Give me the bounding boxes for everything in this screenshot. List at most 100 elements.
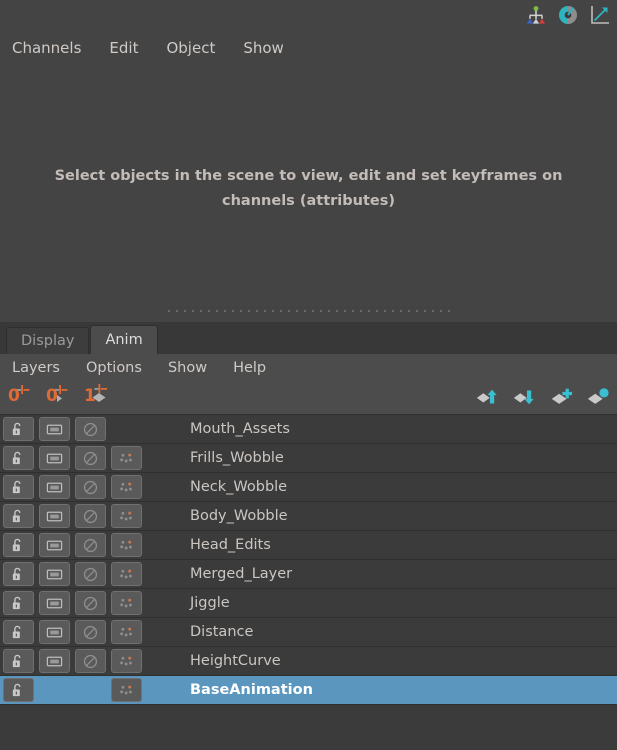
layer-visibility-toggle[interactable] [38, 504, 70, 528]
layer-lock-toggle[interactable] [2, 562, 34, 586]
layer-mute-toggle[interactable] [74, 620, 106, 644]
layer-keyframe-toggle[interactable] [110, 504, 142, 528]
layer-mute-toggle[interactable] [74, 446, 106, 470]
layer-mute-toggle[interactable] [74, 475, 106, 499]
channel-box-icon[interactable] [525, 4, 547, 26]
layer-keyframe-toggle[interactable] [110, 446, 142, 470]
layer-mute-toggle[interactable] [74, 649, 106, 673]
layer-visibility-toggle[interactable] [38, 533, 70, 557]
layer-keyframe-toggle-slot [108, 647, 144, 676]
layer-keyframe-toggle[interactable] [110, 620, 142, 644]
channel-box-menubar: Channels Edit Object Show [0, 35, 284, 61]
layer-mute-toggle-slot [72, 444, 108, 473]
layer-row[interactable]: Jiggle [0, 589, 617, 618]
previous-key-button[interactable]: 0 [8, 384, 32, 410]
next-key-button[interactable]: 1 [84, 384, 108, 410]
layer-visibility-toggle[interactable] [38, 649, 70, 673]
layer-lock-toggle[interactable] [2, 504, 34, 528]
layer-name-label: HeightCurve [190, 653, 281, 669]
layer-lock-toggle[interactable] [2, 591, 34, 615]
layer-mute-toggle[interactable] [74, 591, 106, 615]
graph-editor-icon[interactable] [589, 4, 611, 26]
keyframes-icon [119, 685, 132, 694]
layer-row[interactable]: Distance [0, 618, 617, 647]
channel-box-pane: Channels Edit Object Show Select objects… [0, 0, 617, 322]
layer-lock-toggle-slot [0, 444, 36, 473]
layer-visibility-toggle[interactable] [38, 562, 70, 586]
menu-edit[interactable]: Edit [109, 39, 138, 57]
layer-mute-toggle[interactable] [74, 417, 106, 441]
layer-name-label: Jiggle [190, 595, 230, 611]
layer-visibility-toggle[interactable] [38, 475, 70, 499]
layer-lock-toggle-slot [0, 618, 36, 647]
move-layer-down-button[interactable] [512, 386, 536, 408]
tab-display[interactable]: Display [6, 327, 90, 354]
layer-lock-toggle[interactable] [2, 678, 34, 702]
move-layer-up-button[interactable] [475, 386, 499, 408]
unlock-icon [12, 625, 21, 638]
menu-show[interactable]: Show [168, 360, 207, 376]
menu-show[interactable]: Show [243, 39, 283, 57]
layer-visibility-toggle-slot [36, 415, 72, 444]
layer-mute-toggle[interactable] [74, 504, 106, 528]
layer-visibility-toggle[interactable] [38, 591, 70, 615]
keyframes-icon [119, 598, 132, 607]
layer-keyframe-toggle-slot [108, 676, 144, 705]
create-empty-layer-button[interactable] [549, 386, 573, 408]
layer-row[interactable]: BaseAnimation [0, 676, 617, 705]
pane-splitter-handle[interactable] [0, 305, 617, 317]
layer-lock-toggle[interactable] [2, 649, 34, 673]
layer-row[interactable]: Mouth_Assets [0, 415, 617, 444]
layer-keyframe-toggle[interactable] [110, 533, 142, 557]
layer-keyframe-toggle-slot [108, 560, 144, 589]
layer-visibility-toggle[interactable] [38, 620, 70, 644]
unlock-icon [12, 422, 21, 435]
layer-visibility-toggle-slot [36, 473, 72, 502]
layer-lock-toggle[interactable] [2, 620, 34, 644]
layer-row[interactable]: Head_Edits [0, 531, 617, 560]
unlock-icon [12, 480, 21, 493]
visibility-icon [46, 482, 62, 492]
layer-row[interactable]: Merged_Layer [0, 560, 617, 589]
layer-editor-toolbar: 0 0 1 [0, 382, 617, 414]
layer-keyframe-toggle[interactable] [110, 649, 142, 673]
unlock-icon [12, 451, 21, 464]
layer-row[interactable]: Frills_Wobble [0, 444, 617, 473]
menu-options[interactable]: Options [86, 360, 142, 376]
menu-object[interactable]: Object [166, 39, 215, 57]
layer-mute-toggle[interactable] [74, 533, 106, 557]
layer-keyframe-toggle[interactable] [110, 678, 142, 702]
layer-lock-toggle[interactable] [2, 446, 34, 470]
layer-keyframe-toggle[interactable] [110, 475, 142, 499]
layer-keyframe-toggle[interactable] [110, 562, 142, 586]
menu-channels[interactable]: Channels [12, 39, 81, 57]
layer-mute-toggle-slot [72, 560, 108, 589]
unlock-icon [12, 596, 21, 609]
menu-layers[interactable]: Layers [12, 360, 60, 376]
layer-keyframe-toggle-slot [108, 531, 144, 560]
layer-row[interactable]: Neck_Wobble [0, 473, 617, 502]
keyframes-icon [119, 453, 132, 462]
layer-lock-toggle[interactable] [2, 533, 34, 557]
layer-row[interactable]: HeightCurve [0, 647, 617, 676]
empty-slot [108, 415, 144, 444]
tab-anim[interactable]: Anim [90, 325, 158, 354]
layer-visibility-toggle[interactable] [38, 446, 70, 470]
layer-lock-toggle[interactable] [2, 475, 34, 499]
create-layer-from-selected-button[interactable] [586, 386, 610, 408]
layer-lock-toggle[interactable] [2, 417, 34, 441]
layer-visibility-toggle-slot [36, 444, 72, 473]
layer-visibility-toggle[interactable] [38, 417, 70, 441]
layer-editor-tabs: Display Anim [0, 322, 617, 354]
layer-row[interactable]: Body_Wobble [0, 502, 617, 531]
layer-mute-toggle-slot [72, 415, 108, 444]
mute-icon [83, 451, 97, 465]
layer-lock-toggle-slot [0, 560, 36, 589]
current-key-button[interactable]: 0 [46, 384, 70, 410]
attribute-editor-icon[interactable] [557, 4, 579, 26]
keyframes-icon [119, 569, 132, 578]
layer-mute-toggle[interactable] [74, 562, 106, 586]
menu-help[interactable]: Help [233, 360, 266, 376]
layer-keyframe-toggle[interactable] [110, 591, 142, 615]
layer-visibility-toggle-slot [36, 618, 72, 647]
